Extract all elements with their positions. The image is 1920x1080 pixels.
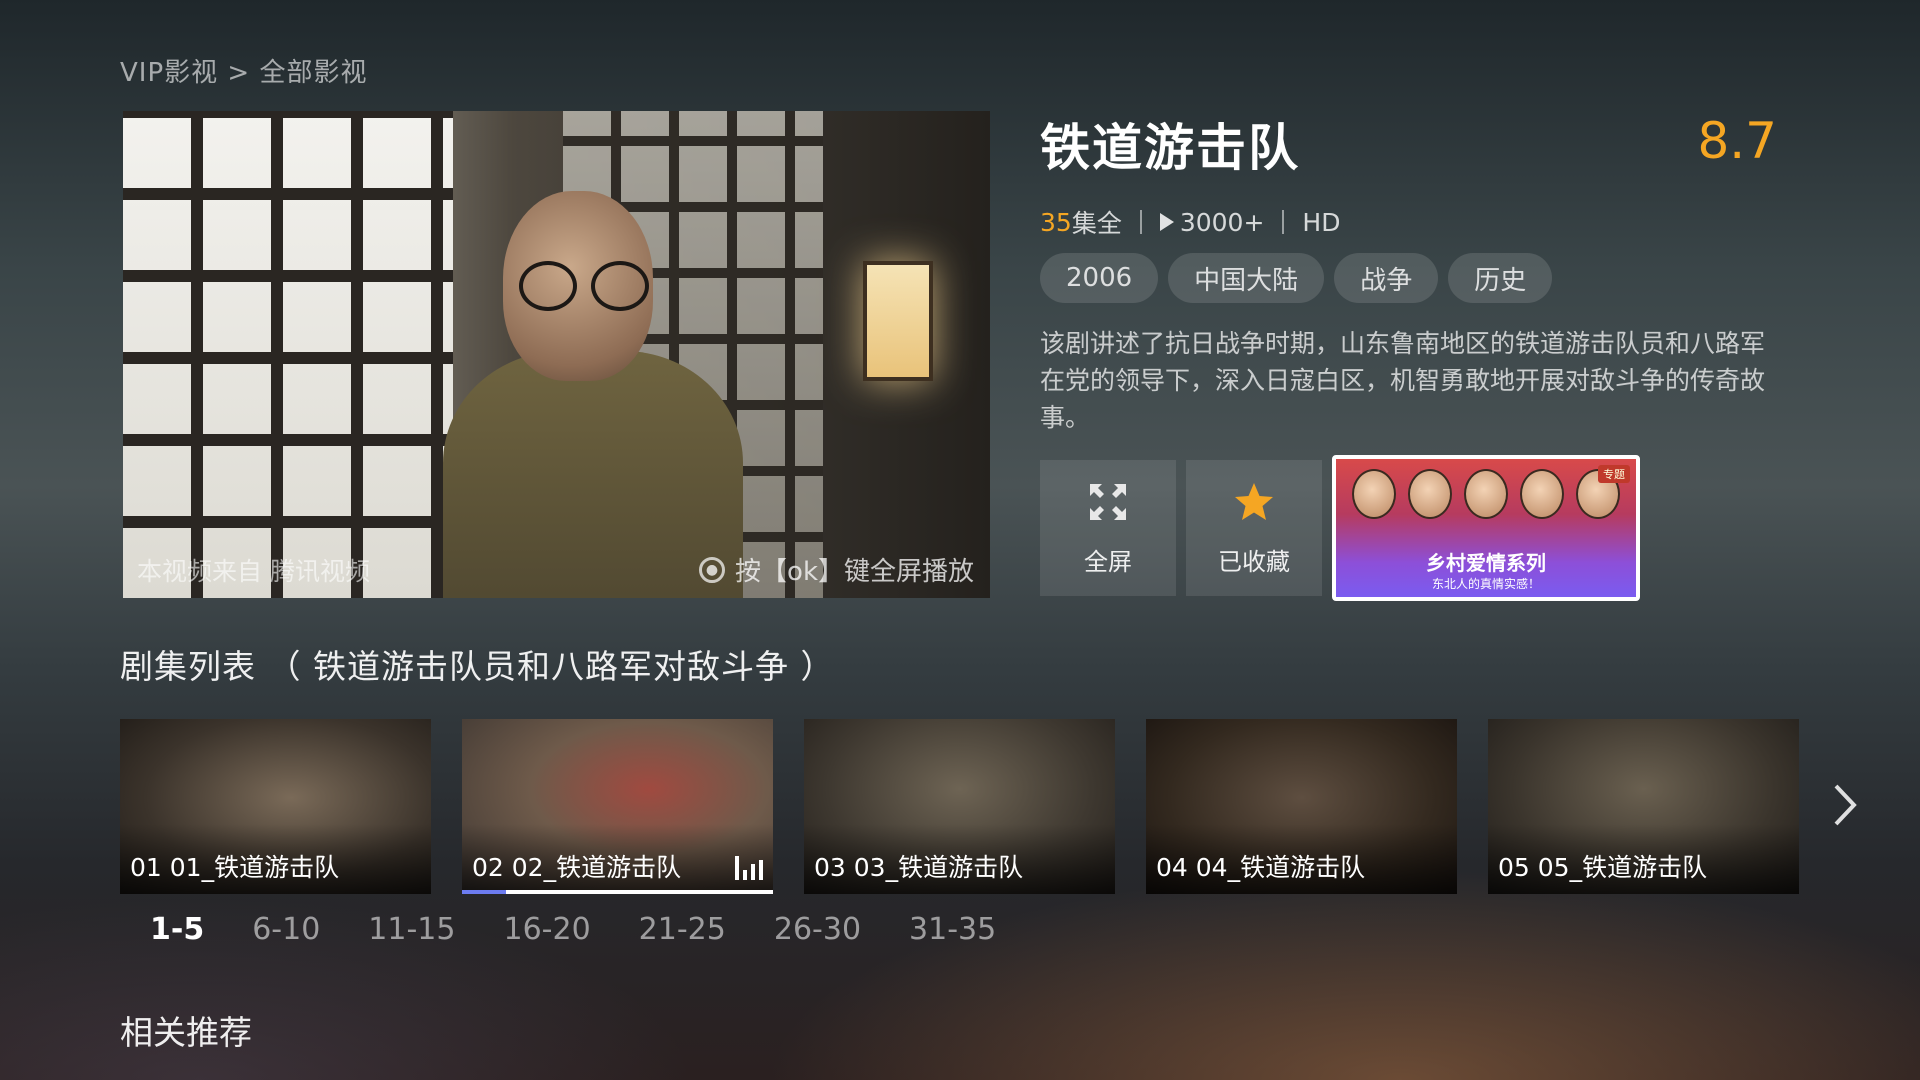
page-tab-6-10[interactable]: 6-10: [252, 912, 320, 947]
fullscreen-hint: ● 按【ok】键全屏播放: [699, 551, 974, 588]
page-title: 铁道游击队: [1040, 119, 1300, 177]
fullscreen-label: 全屏: [1084, 547, 1132, 576]
promo-subtitle: 东北人的真情实感！: [1431, 577, 1540, 591]
action-bar: 全屏 已收藏 专题 乡村爱情系列 东北人的真情实感！: [1040, 455, 1640, 601]
favorite-label: 已收藏: [1218, 547, 1290, 576]
breadcrumb: VIP影视 > 全部影视: [120, 58, 368, 88]
description: 该剧讲述了抗日战争时期，山东鲁南地区的铁道游击队员和八路军在党的领导下，深入日寇…: [1040, 329, 1766, 432]
play-icon: [1159, 213, 1174, 231]
page-tab-21-25[interactable]: 21-25: [639, 912, 726, 947]
episode-label: 01 01_铁道游击队: [130, 853, 340, 882]
episode-card-4[interactable]: 04 04_铁道游击队: [1146, 719, 1457, 894]
episode-card-3[interactable]: 03 03_铁道游击队: [804, 719, 1115, 894]
episode-label: 04 04_铁道游击队: [1156, 853, 1366, 882]
page-tab-16-20[interactable]: 16-20: [503, 912, 590, 947]
promo-badge: 专题: [1598, 465, 1630, 483]
episode-label: 03 03_铁道游击队: [814, 853, 1024, 882]
page-tab-1-5[interactable]: 1-5: [150, 912, 204, 947]
promo-title: 乡村爱情系列: [1426, 551, 1546, 575]
fullscreen-hint-text: 按【ok】键全屏播放: [735, 557, 974, 587]
tag-list: 2006 中国大陆 战争 历史: [1040, 253, 1553, 303]
episode-count: 35: [1040, 207, 1072, 237]
tag-genre-war[interactable]: 战争: [1334, 253, 1439, 303]
quality-badge: HD: [1302, 207, 1341, 237]
video-preview[interactable]: 本视频来自 腾讯视频 ● 按【ok】键全屏播放: [123, 111, 990, 598]
fullscreen-button[interactable]: 全屏: [1040, 460, 1176, 596]
episode-section-title: 剧集列表 （ 铁道游击队员和八路军对敌斗争 ）: [120, 647, 835, 686]
play-count: 3000+: [1179, 207, 1265, 237]
rating-score: 8.7: [1697, 112, 1777, 170]
episode-label: 05 05_铁道游击队: [1498, 853, 1708, 882]
preview-window-scene: [123, 111, 453, 598]
preview-actor: [423, 191, 783, 598]
related-section-title: 相关推荐: [120, 1013, 252, 1052]
tag-year[interactable]: 2006: [1040, 253, 1159, 303]
tag-genre-history[interactable]: 历史: [1448, 253, 1553, 303]
chevron-right-icon[interactable]: [1830, 780, 1860, 830]
divider: [1282, 210, 1285, 234]
episode-card-1[interactable]: 01 01_铁道游击队: [120, 719, 431, 894]
episode-progress-fill: [462, 890, 506, 894]
promo-artwork: [1346, 469, 1626, 549]
now-playing-icon: [735, 856, 763, 880]
page-tab-31-35[interactable]: 31-35: [909, 912, 996, 947]
page-tab-26-30[interactable]: 26-30: [774, 912, 861, 947]
preview-lamp: [863, 261, 933, 381]
episode-page-tabs: 1-5 6-10 11-15 16-20 21-25 26-30 31-35: [150, 912, 1044, 947]
episode-progress: [462, 890, 773, 894]
ok-icon: ●: [699, 556, 726, 583]
star-icon: [1235, 482, 1273, 520]
promo-banner[interactable]: 专题 乡村爱情系列 东北人的真情实感！: [1332, 455, 1640, 601]
video-source-text: 本视频来自 腾讯视频: [137, 557, 370, 586]
episode-count-suffix: 集全: [1071, 209, 1122, 238]
page-tab-11-15[interactable]: 11-15: [368, 912, 455, 947]
episode-list: 01 01_铁道游击队 02 02_铁道游击队 03 03_铁道游击队 04 0…: [120, 719, 1799, 894]
episode-card-2[interactable]: 02 02_铁道游击队: [462, 719, 773, 894]
tag-region[interactable]: 中国大陆: [1168, 253, 1325, 303]
episode-label: 02 02_铁道游击队: [472, 853, 682, 882]
episode-card-5[interactable]: 05 05_铁道游击队: [1488, 719, 1799, 894]
divider: [1139, 210, 1142, 234]
favorite-button[interactable]: 已收藏: [1186, 460, 1322, 596]
meta-info: 35 集全 3000+ HD: [1040, 204, 1340, 240]
fullscreen-icon: [1090, 483, 1126, 520]
